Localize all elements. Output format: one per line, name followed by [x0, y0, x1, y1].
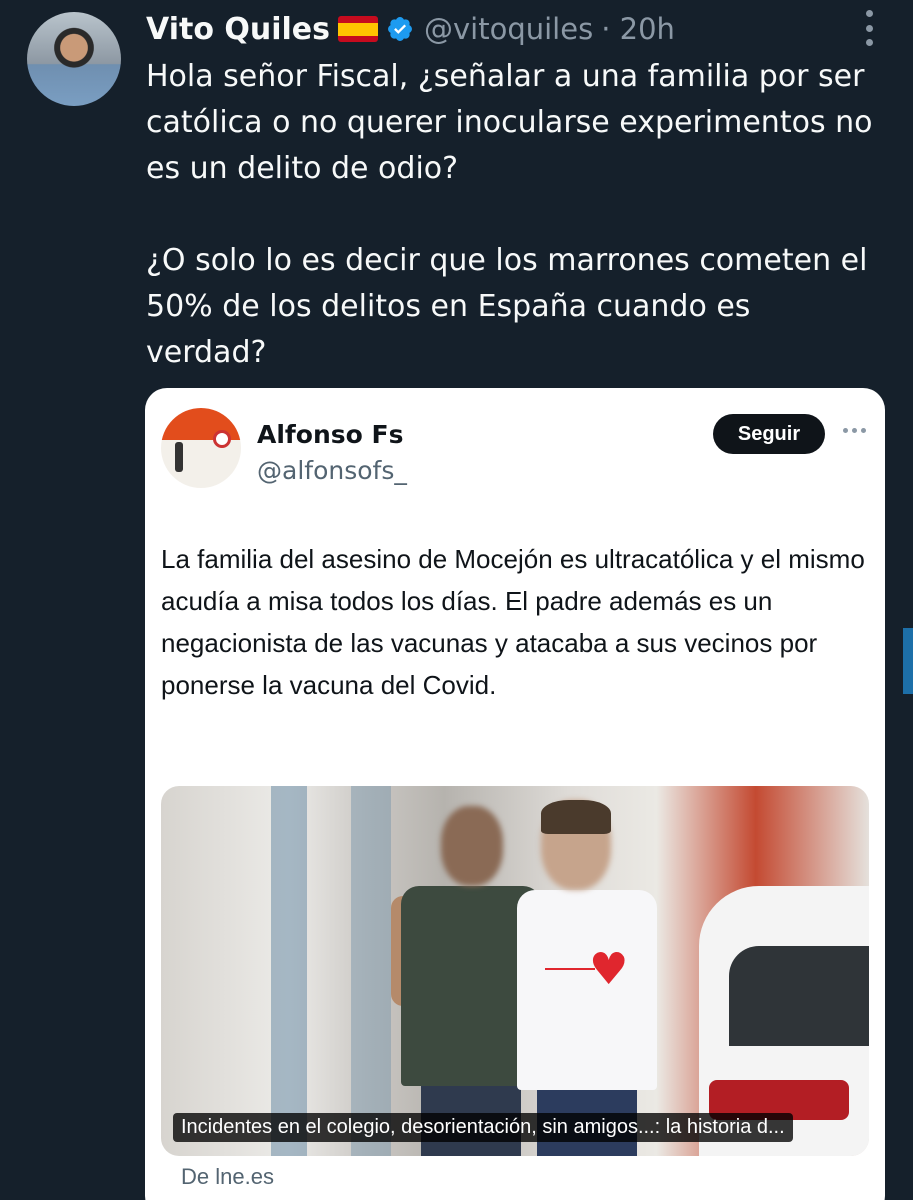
quoted-tweet-card[interactable]: Alfonso Fs @alfonsofs_ Seguir La familia… — [145, 388, 885, 1200]
quoted-author-name[interactable]: Alfonso Fs — [257, 420, 403, 449]
tweet-header: Vito Quiles @vitoquiles · 20h — [146, 8, 675, 50]
quoted-tweet-text: La familia del asesino de Mocejón es ult… — [161, 544, 865, 700]
tweet-timestamp[interactable]: · 20h — [601, 12, 675, 46]
link-source[interactable]: De lne.es — [181, 1164, 274, 1190]
more-options-icon[interactable] — [861, 10, 877, 46]
quoted-author-handle[interactable]: @alfonsofs_ — [257, 456, 407, 485]
verified-badge-icon[interactable] — [386, 15, 414, 43]
tweet-text: Hola señor Fiscal, ¿señalar a una famili… — [146, 59, 873, 370]
quoted-more-options-icon[interactable] — [843, 428, 866, 433]
scrollbar[interactable] — [903, 628, 913, 694]
quoted-media-image[interactable]: ♥ Incidentes en el colegio, desorientaci… — [161, 786, 869, 1156]
author-name[interactable]: Vito Quiles — [146, 12, 330, 47]
quoted-author-avatar[interactable] — [161, 408, 241, 488]
follow-button[interactable]: Seguir — [713, 414, 825, 454]
media-caption: Incidentes en el colegio, desorientación… — [173, 1113, 793, 1142]
author-handle[interactable]: @vitoquiles — [424, 12, 593, 46]
author-avatar[interactable] — [27, 12, 121, 106]
spain-flag-icon — [338, 16, 378, 42]
